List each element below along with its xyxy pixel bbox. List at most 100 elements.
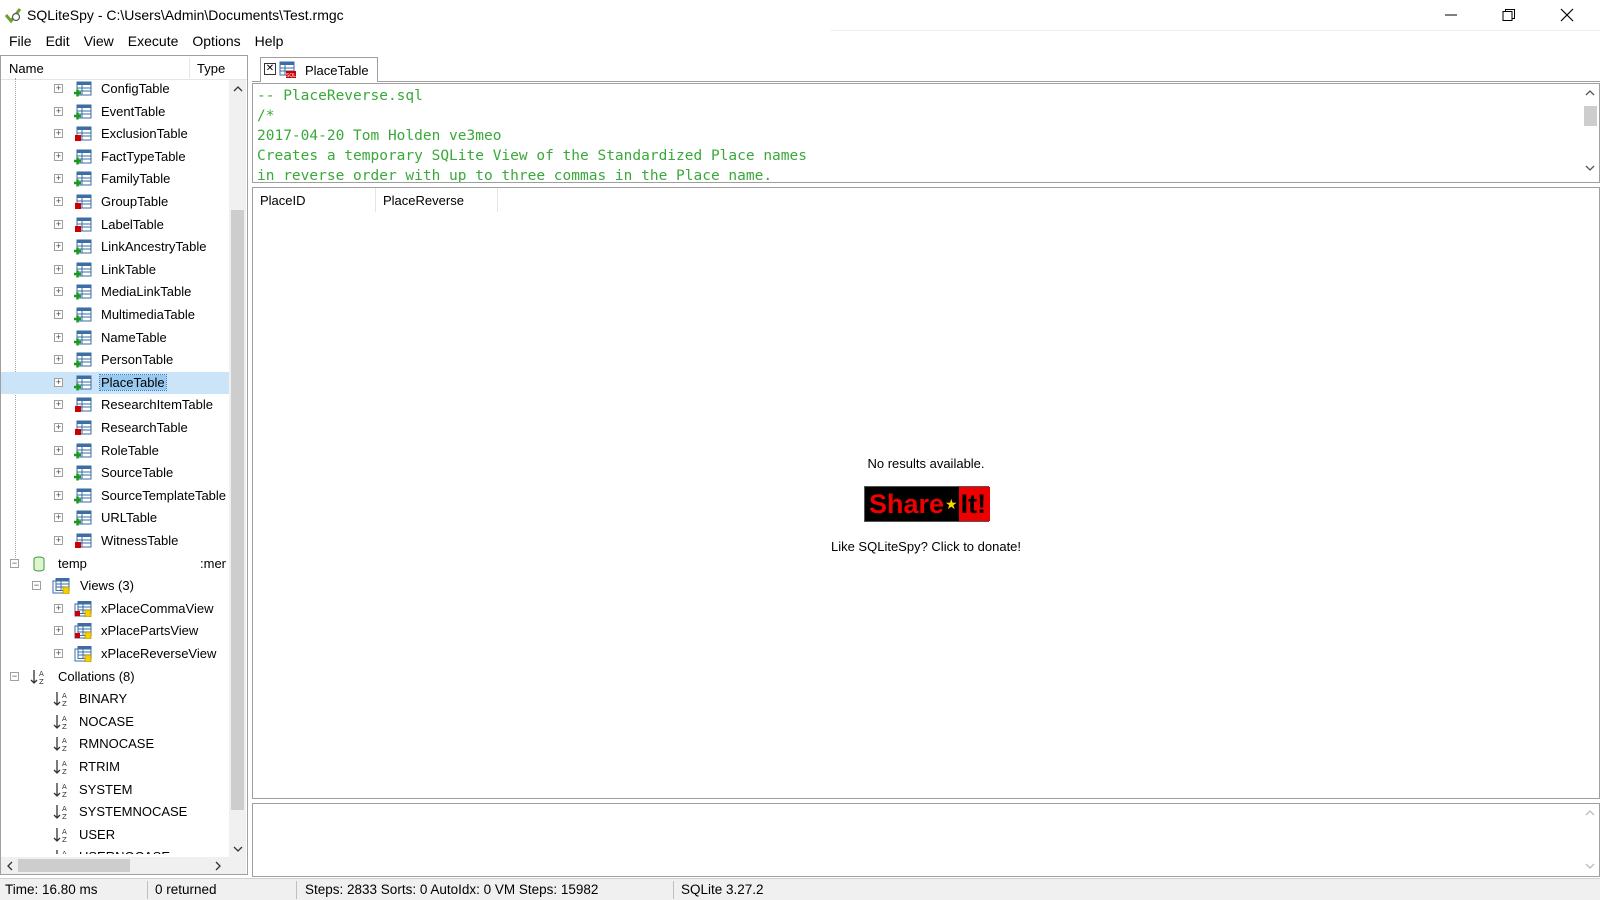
tree-item-witnesstable[interactable]: + WitnessTable [1, 530, 229, 552]
tree-item-collation-systemnocase[interactable]: A Z SYSTEMNOCASE [1, 801, 229, 823]
expand-toggle-icon[interactable]: + [54, 423, 63, 432]
expand-toggle-icon[interactable]: + [54, 287, 63, 297]
expand-toggle-icon[interactable]: + [54, 174, 63, 184]
tree-item-sourcetemplatetable[interactable]: + SourceTemplateTable [1, 485, 229, 507]
tree-vertical-scrollbar[interactable] [229, 80, 246, 858]
tree-item-medialinktable[interactable]: + MediaLinkTable [1, 281, 229, 303]
scroll-down-arrow[interactable] [229, 840, 246, 857]
expand-toggle-icon[interactable]: − [10, 558, 19, 568]
tree-item-linktable[interactable]: + LinkTable [1, 259, 229, 281]
tree-column-name[interactable]: Name [9, 61, 44, 76]
expand-toggle-icon[interactable]: + [54, 84, 63, 93]
menu-help[interactable]: Help [248, 30, 291, 53]
column-divider[interactable] [189, 58, 190, 78]
menu-execute[interactable]: Execute [121, 30, 186, 53]
tree-item-collation-usernocase[interactable]: AZUSERNOCASE [1, 846, 229, 854]
tab-close-icon[interactable]: ✕ [264, 63, 276, 75]
tree-item-facttypetable[interactable]: + FactTypeTable [1, 146, 229, 168]
tree-item-xplacecommaview[interactable]: + xPlaceCommaView [1, 598, 229, 620]
column-header-placeid[interactable]: PlaceID [253, 188, 376, 212]
expand-toggle-icon[interactable]: + [54, 197, 63, 206]
tree-item-eventtable[interactable]: + EventTable [1, 101, 229, 123]
expand-toggle-icon[interactable]: + [54, 377, 63, 387]
tree-item-multimediatable[interactable]: + MultimediaTable [1, 304, 229, 326]
tree-item-persontable[interactable]: + PersonTable [1, 349, 229, 371]
code-line[interactable]: 2017-04-20 Tom Holden ve3meo [257, 126, 807, 146]
tree-item-researchtable[interactable]: + ResearchTable [1, 417, 229, 439]
sql-code[interactable]: -- PlaceReverse.sql/* 2017-04-20 Tom Hold… [257, 86, 807, 182]
menu-view[interactable]: View [77, 30, 121, 53]
tree-item-collation-binary[interactable]: A Z BINARY [1, 688, 229, 710]
tree-item-collation-user[interactable]: A Z USER [1, 824, 229, 846]
tree-item-exclusiontable[interactable]: + ExclusionTable [1, 123, 229, 145]
expand-toggle-icon[interactable]: − [10, 671, 19, 681]
expand-toggle-icon[interactable]: + [54, 445, 63, 455]
minimize-button[interactable] [1422, 0, 1480, 30]
code-line[interactable]: -- PlaceReverse.sql [257, 86, 807, 106]
expand-toggle-icon[interactable]: + [54, 332, 63, 342]
expand-toggle-icon[interactable]: + [54, 400, 63, 410]
tree-item-placetable[interactable]: + PlaceTable [1, 371, 229, 394]
tree-item-linkancestrytable[interactable]: + LinkAncestryTable [1, 236, 229, 258]
expand-toggle-icon[interactable]: + [54, 513, 63, 523]
tree-item-collation-nocase[interactable]: A Z NOCASE [1, 711, 229, 733]
tree-item-grouptable[interactable]: + GroupTable [1, 191, 229, 213]
scroll-up-arrow[interactable] [229, 80, 246, 97]
tree-item-collation-system[interactable]: A Z SYSTEM [1, 779, 229, 801]
code-line[interactable]: in reverse order with up to three commas… [257, 166, 807, 182]
tree-item-familytable[interactable]: + FamilyTable [1, 168, 229, 190]
expand-toggle-icon[interactable]: + [54, 310, 63, 319]
code-line[interactable]: /* [257, 106, 807, 126]
tree-item-sourcetable[interactable]: + SourceTable [1, 462, 229, 484]
tab-placetable[interactable]: ✕ SQL PlaceTable [260, 57, 378, 82]
menu-file[interactable]: File [2, 30, 39, 53]
scroll-right-arrow[interactable] [209, 857, 226, 874]
message-pane[interactable] [252, 803, 1600, 877]
tree-item-collations[interactable]: − A Z Collations (8) [1, 666, 229, 688]
tree-horizontal-scrollbar[interactable] [1, 857, 229, 874]
log-vertical-scrollbar[interactable] [1581, 804, 1599, 876]
tree-column-type[interactable]: Type [197, 61, 225, 76]
tree-item-urltable[interactable]: + URLTable [1, 507, 229, 529]
expand-toggle-icon[interactable]: + [54, 264, 63, 274]
code-line[interactable]: Creates a temporary SQLite View of the S… [257, 146, 807, 166]
tree-item-nametable[interactable]: + NameTable [1, 327, 229, 349]
menu-options[interactable]: Options [185, 30, 247, 53]
expand-toggle-icon[interactable]: + [54, 129, 63, 139]
column-header-placereverse[interactable]: PlaceReverse [376, 188, 498, 212]
expand-toggle-icon[interactable]: + [54, 242, 63, 252]
editor-vertical-scrollbar[interactable] [1581, 84, 1599, 182]
tree-item-views[interactable]: − Views (3) [1, 575, 229, 597]
scroll-thumb[interactable] [231, 210, 244, 810]
tree-item-xplacepartsview[interactable]: + xPlacePartsView [1, 620, 229, 642]
tree-item-researchitemtable[interactable]: + ResearchItemTable [1, 394, 229, 416]
close-window-button[interactable] [1538, 0, 1596, 30]
shareit-donate-button[interactable]: Share ★ It! [864, 486, 991, 522]
expand-toggle-icon[interactable]: + [54, 468, 63, 478]
expand-toggle-icon[interactable]: + [54, 490, 63, 500]
tree-item-roletable[interactable]: + RoleTable [1, 440, 229, 462]
expand-toggle-icon[interactable]: + [54, 355, 63, 365]
expand-toggle-icon[interactable]: + [54, 151, 63, 161]
tree-item-labeltable[interactable]: + LabelTable [1, 214, 229, 236]
tree-item-configtable[interactable]: + ConfigTable [1, 78, 229, 100]
hscroll-thumb[interactable] [18, 859, 130, 872]
tree-item-collation-rmnocase[interactable]: A Z RMNOCASE [1, 733, 229, 755]
results-grid[interactable]: PlaceID PlaceReverse No results availabl… [252, 187, 1600, 799]
expand-toggle-icon[interactable]: + [54, 626, 63, 636]
scroll-left-arrow[interactable] [1, 857, 18, 874]
expand-toggle-icon[interactable]: − [32, 581, 41, 591]
expand-toggle-icon[interactable]: + [54, 536, 63, 545]
expand-toggle-icon[interactable]: + [54, 106, 63, 116]
sql-editor[interactable]: -- PlaceReverse.sql/* 2017-04-20 Tom Hold… [252, 83, 1600, 183]
tree-item-temp[interactable]: − temp:mer [1, 553, 229, 575]
editor-scroll-thumb[interactable] [1584, 106, 1597, 126]
tree-item-collation-rtrim[interactable]: A Z RTRIM [1, 756, 229, 778]
donate-link[interactable]: Like SQLiteSpy? Click to donate! [253, 539, 1599, 554]
expand-toggle-icon[interactable]: + [54, 219, 63, 229]
expand-toggle-icon[interactable]: + [54, 649, 63, 658]
restore-button[interactable] [1480, 0, 1538, 30]
tree-item-xplacereverseview[interactable]: + xPlaceReverseView [1, 643, 229, 665]
menu-edit[interactable]: Edit [39, 30, 77, 53]
expand-toggle-icon[interactable]: + [54, 603, 63, 613]
